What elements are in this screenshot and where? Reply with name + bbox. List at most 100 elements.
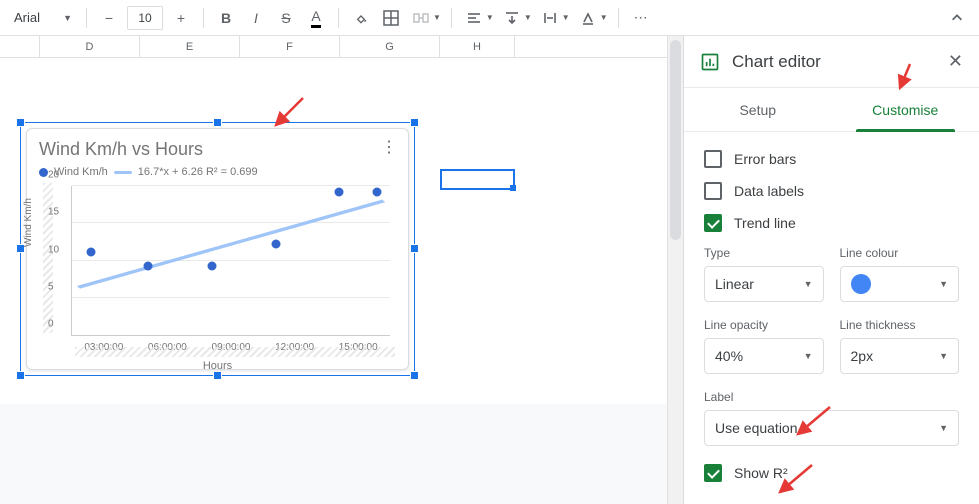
data-point [271,240,280,249]
legend-trend-icon [114,171,132,174]
tab-setup[interactable]: Setup [684,88,832,131]
data-point [87,247,96,256]
close-button[interactable]: ✕ [948,51,963,72]
sidebar-tabs: Setup Customise [684,88,979,132]
select-value: Use equation [715,420,798,436]
checkbox-icon [704,214,722,232]
checkbox-label: Trend line [734,215,796,231]
data-point [144,262,153,271]
chevron-down-icon: ▼ [939,279,948,289]
x-axis-label: Hours [39,360,396,372]
separator [86,8,87,28]
chart-editor-panel: Chart editor ✕ Setup Customise Error bar… [683,36,979,504]
chart-plot-area: 0 5 10 15 20 03:00:00 06:00:00 09:00:00 … [71,186,390,336]
chart[interactable]: ⋮ Wind Km/h vs Hours Wind Km/h 16.7*x + … [26,128,409,370]
separator [203,8,204,28]
select-value: 2px [851,348,874,364]
spreadsheet-grid[interactable]: D E F G H ⋮ Wind Km/h vs Hours Wind Km/ [0,36,683,504]
y-tick: 0 [48,319,54,330]
chevron-down-icon: ▼ [939,423,948,433]
merge-cells-button[interactable] [407,4,435,32]
select-value: Linear [715,276,754,292]
collapse-toolbar-button[interactable] [943,4,971,32]
toolbar: Arial ▼ − 10 + B I S A ▼ ▼ ▼ ▼ ▼ ⋯ [0,0,979,36]
legend-series-label: Wind Km/h [54,166,108,178]
chevron-down-icon: ▼ [63,13,72,23]
error-bars-checkbox[interactable]: Error bars [704,150,959,168]
borders-button[interactable] [377,4,405,32]
text-wrap-button[interactable] [536,4,564,32]
separator [618,8,619,28]
chevron-down-icon: ▼ [486,13,494,22]
chart-icon [700,52,720,72]
font-size-decrease[interactable]: − [95,4,123,32]
line-opacity-label: Line opacity [704,318,824,332]
separator [338,8,339,28]
y-axis-hatch [43,183,53,333]
chevron-down-icon: ▼ [939,351,948,361]
resize-handle[interactable] [410,244,419,253]
chart-legend: Wind Km/h 16.7*x + 6.26 R² = 0.699 [39,166,396,178]
h-align-button[interactable] [460,4,488,32]
line-colour-select[interactable]: ▼ [840,266,960,302]
type-label: Type [704,246,824,260]
label-label: Label [704,390,959,404]
show-r2-checkbox[interactable]: Show R² [704,464,959,482]
resize-handle[interactable] [410,371,419,380]
col-header[interactable]: E [140,36,240,57]
label-select[interactable]: Use equation ▼ [704,410,959,446]
col-header[interactable]: F [240,36,340,57]
y-tick: 15 [48,207,59,218]
resize-handle[interactable] [16,118,25,127]
bold-button[interactable]: B [212,4,240,32]
y-axis-label: Wind Km/h [23,198,34,247]
active-cell[interactable] [440,169,515,190]
text-rotation-button[interactable] [574,4,602,32]
chart-selection-box[interactable]: ⋮ Wind Km/h vs Hours Wind Km/h 16.7*x + … [20,122,415,376]
out-of-grid-area [0,404,683,504]
color-swatch-icon [851,274,871,294]
line-colour-label: Line colour [840,246,960,260]
checkbox-label: Data labels [734,183,804,199]
legend-trend-label: 16.7*x + 6.26 R² = 0.699 [138,166,258,178]
resize-handle[interactable] [410,118,419,127]
data-labels-checkbox[interactable]: Data labels [704,182,959,200]
trend-line-checkbox[interactable]: Trend line [704,214,959,232]
more-button[interactable]: ⋯ [627,4,655,32]
checkbox-icon [704,150,722,168]
resize-handle[interactable] [213,118,222,127]
resize-handle[interactable] [16,371,25,380]
chart-menu-button[interactable]: ⋮ [378,137,400,159]
chevron-down-icon: ▼ [600,13,608,22]
data-point [207,262,216,271]
line-thickness-select[interactable]: 2px ▼ [840,338,960,374]
text-color-button[interactable]: A [302,4,330,32]
fill-color-button[interactable] [347,4,375,32]
data-point [335,187,344,196]
trend-type-select[interactable]: Linear ▼ [704,266,824,302]
col-header[interactable]: D [40,36,140,57]
strikethrough-button[interactable]: S [272,4,300,32]
tab-customise[interactable]: Customise [832,88,979,131]
col-header[interactable]: G [340,36,440,57]
v-align-button[interactable] [498,4,526,32]
select-value: 40% [715,348,743,364]
col-header[interactable]: H [440,36,515,57]
font-size-input[interactable]: 10 [127,6,163,30]
y-tick: 5 [48,281,54,292]
line-opacity-select[interactable]: 40% ▼ [704,338,824,374]
font-name: Arial [14,10,40,25]
separator [451,8,452,28]
font-picker[interactable]: Arial ▼ [8,6,78,30]
italic-button[interactable]: I [242,4,270,32]
chevron-down-icon: ▼ [562,13,570,22]
column-headers: D E F G H [0,36,683,58]
y-tick: 10 [48,244,59,255]
vertical-scrollbar[interactable] [667,36,683,504]
scrollbar-thumb[interactable] [670,40,681,240]
y-tick: 20 [48,170,59,181]
resize-handle[interactable] [213,371,222,380]
font-size-increase[interactable]: + [167,4,195,32]
sidebar-header: Chart editor ✕ [684,36,979,88]
line-thickness-label: Line thickness [840,318,960,332]
